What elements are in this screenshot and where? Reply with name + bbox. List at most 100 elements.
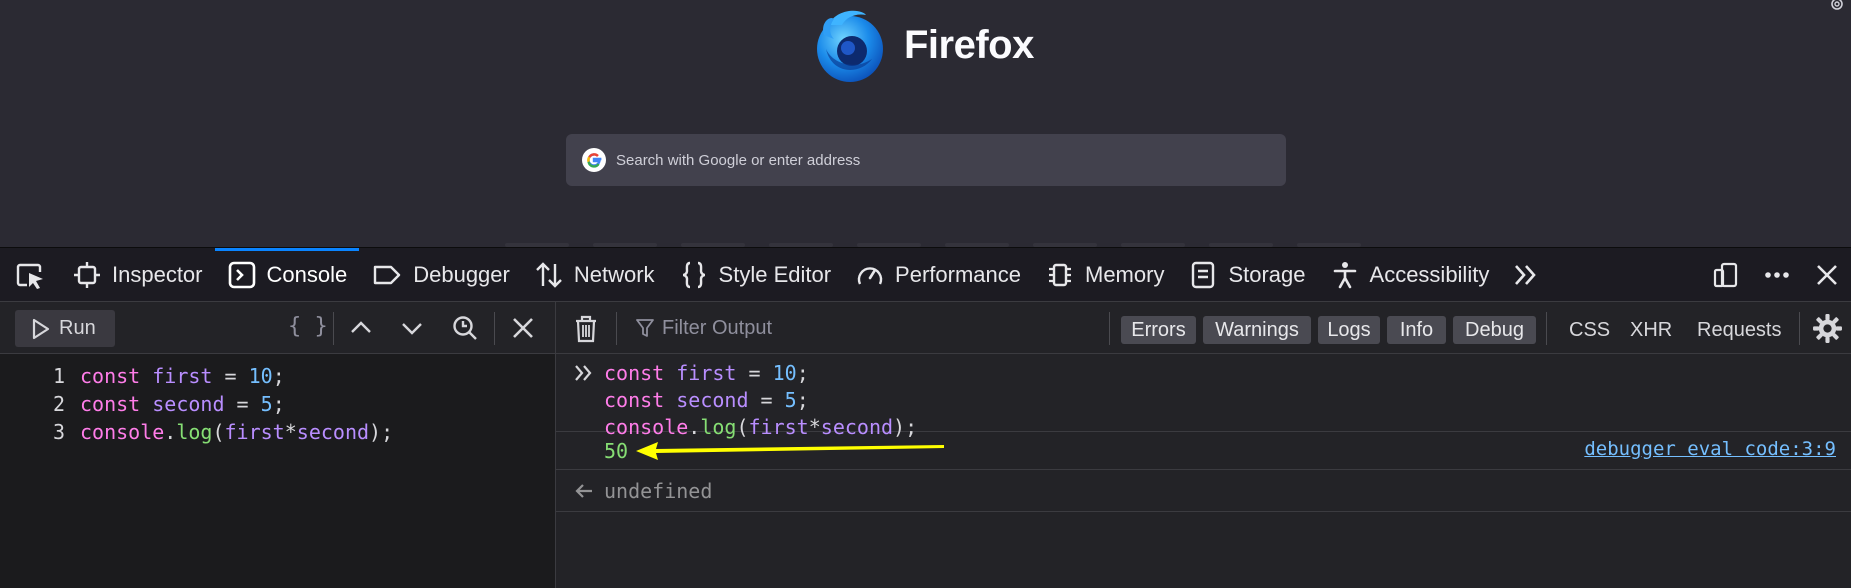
code-token: 10 (248, 364, 273, 388)
code-token: = (736, 361, 773, 385)
code-token: second (676, 388, 749, 412)
settings-gear-icon[interactable] (1812, 313, 1843, 344)
divider (1546, 312, 1547, 345)
code-token: ; (796, 388, 809, 412)
close-icon[interactable] (1813, 261, 1841, 289)
editor-toolbar: Run { } (0, 302, 555, 354)
tab-label: Network (573, 261, 655, 287)
console-editor[interactable]: Run { } 1 const first = 10; 2 const second… (0, 302, 556, 588)
tab-console[interactable]: Console (214, 247, 360, 302)
run-button[interactable]: Run (15, 310, 115, 347)
code-token: ( (212, 420, 225, 444)
code-token: . (164, 420, 177, 444)
divider (1109, 312, 1110, 345)
code-token: log (176, 420, 213, 444)
tab-storage[interactable]: Storage (1176, 248, 1317, 302)
code-token: first (152, 364, 213, 388)
code-token: 10 (772, 361, 797, 385)
double-chevron-right-icon (1515, 264, 1537, 285)
code-text: console.log(first*second); (80, 420, 393, 444)
filter-requests-button[interactable]: Requests (1697, 316, 1782, 344)
tab-performance[interactable]: Performance (843, 248, 1033, 302)
memory-icon (1049, 263, 1071, 286)
code-token: second (296, 420, 370, 444)
firefox-brand: Firefox (810, 4, 1034, 86)
log-value: 50 (604, 438, 629, 463)
trash-icon[interactable] (573, 314, 599, 344)
code-token: ; (796, 361, 809, 385)
filter-xhr-button[interactable]: XHR (1630, 316, 1672, 344)
divider (1799, 312, 1800, 345)
chevron-up-icon[interactable] (347, 314, 375, 342)
search-input[interactable]: Search with Google or enter address (566, 134, 1286, 186)
code-line: const first = 10; (604, 360, 1851, 387)
line-number: 2 (52, 392, 65, 416)
code-line: const second = 5; (604, 387, 1851, 414)
code-token: = (224, 392, 261, 416)
filter-css-button[interactable]: CSS (1569, 316, 1610, 344)
code-token: second (152, 392, 225, 416)
code-token: const (80, 392, 141, 416)
tab-label: Memory (1085, 261, 1165, 287)
storage-icon (1192, 261, 1215, 288)
tab-label: Storage (1228, 261, 1306, 287)
tab-label: Style Editor (718, 261, 832, 287)
tab-style-editor[interactable]: Style Editor (667, 248, 844, 302)
reverse-search-icon[interactable] (451, 314, 479, 342)
style-editor-icon (682, 261, 705, 288)
tab-inspector[interactable]: Inspector (60, 248, 215, 302)
filter-icon (636, 319, 654, 337)
firefox-wordmark: Firefox (904, 22, 1034, 67)
tab-network[interactable]: Network (522, 248, 667, 302)
yellow-arrow-annotation (636, 442, 944, 460)
more-tools-button[interactable] (1501, 248, 1551, 302)
new-tab-page: Firefox Search with Google or enter addr… (0, 0, 1851, 247)
filter-placeholder: Filter Output (662, 316, 773, 339)
accessibility-icon (1333, 261, 1356, 288)
filter-errors-button[interactable]: Errors (1121, 316, 1196, 344)
line-number: 1 (52, 364, 65, 388)
code-token: 5 (784, 388, 797, 412)
result-message: undefined (556, 470, 1851, 512)
element-picker-icon (16, 263, 43, 289)
filter-output-input[interactable]: Filter Output (636, 312, 936, 344)
code-token: ); (369, 420, 394, 444)
element-picker-button[interactable] (0, 248, 60, 302)
performance-icon (857, 266, 883, 284)
source-link[interactable]: debugger eval code:3:9 (1584, 438, 1836, 460)
code-token: const (80, 364, 141, 388)
console-output: Filter Output Errors Warnings Logs Info … (556, 302, 1851, 588)
code-token: = (212, 364, 249, 388)
console-messages: const first = 10; const second = 5; cons… (556, 354, 1851, 512)
code-line: 1 const first = 10; (0, 362, 393, 390)
filter-logs-button[interactable]: Logs (1318, 316, 1380, 344)
line-number: 3 (52, 420, 65, 444)
editor-code[interactable]: 1 const first = 10; 2 const second = 5; 3c… (0, 362, 393, 446)
gear-icon[interactable] (1829, 0, 1845, 12)
code-line: 2 const second = 5; (0, 390, 393, 418)
more-options-icon[interactable] (1763, 261, 1791, 289)
code-token: ; (272, 392, 285, 416)
inspector-icon (74, 261, 100, 288)
filter-debug-button[interactable]: Debug (1453, 316, 1536, 344)
pretty-print-button[interactable]: { } (288, 314, 328, 339)
tab-debugger[interactable]: Debugger (359, 248, 522, 302)
code-token: const (604, 361, 665, 385)
code-token: ; (272, 364, 285, 388)
close-editor-icon[interactable] (509, 314, 537, 342)
tab-accessibility[interactable]: Accessibility (1318, 248, 1502, 302)
code-token: console (80, 420, 165, 444)
filter-info-button[interactable]: Info (1387, 316, 1446, 344)
filter-warnings-button[interactable]: Warnings (1203, 316, 1311, 344)
run-label: Run (59, 317, 96, 339)
tab-memory[interactable]: Memory (1033, 248, 1176, 302)
code-token: first (676, 361, 737, 385)
code-line: 3 console.log(first*second); (0, 418, 393, 446)
divider (333, 312, 334, 345)
responsive-design-icon[interactable] (1712, 261, 1740, 289)
chevron-down-icon[interactable] (398, 314, 426, 342)
return-value: undefined (604, 478, 713, 503)
return-arrow-icon (575, 484, 592, 498)
tab-label: Console (266, 261, 348, 287)
